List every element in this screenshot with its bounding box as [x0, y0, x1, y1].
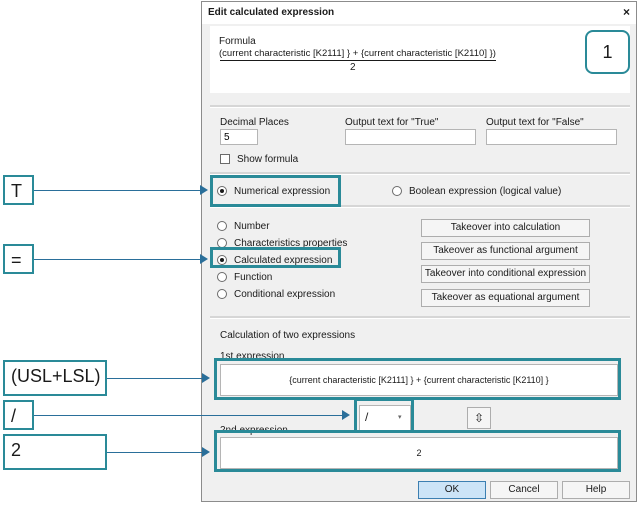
arrow-two-head-icon [202, 447, 210, 457]
formula-fraction-bar [220, 60, 496, 61]
takeover-into-calculation-button[interactable]: Takeover into calculation [421, 219, 590, 237]
callout-two: 2 [3, 434, 107, 470]
separator [210, 316, 630, 319]
show-formula-label: Show formula [237, 154, 299, 165]
callout-slash: / [3, 400, 34, 430]
function-radio[interactable] [217, 272, 227, 282]
takeover-into-conditional-expression-button[interactable]: Takeover into conditional expression [421, 265, 590, 283]
separator [210, 105, 630, 108]
boolean-expression-label: Boolean expression (logical value) [409, 186, 562, 197]
second-expression-highlight [214, 430, 621, 472]
takeover-as-functional-argument-button[interactable]: Takeover as functional argument [421, 242, 590, 260]
number-radio[interactable] [217, 221, 227, 231]
conditional-expression-label: Conditional expression [234, 289, 336, 300]
arrow-slash-head-icon [342, 410, 350, 420]
close-icon[interactable]: × [623, 5, 630, 19]
cancel-button[interactable]: Cancel [490, 481, 558, 499]
takeover-as-equational-argument-button[interactable]: Takeover as equational argument [421, 289, 590, 307]
arrow-equals-head-icon [200, 254, 208, 264]
callout-usl-lsl: (USL+LSL) [3, 360, 107, 396]
arrow-equals-line [34, 259, 202, 260]
false-text-label: Output text for "False" [486, 117, 584, 128]
help-button[interactable]: Help [562, 481, 630, 499]
formula-numerator: (current characteristic [K2111] } + {cur… [219, 48, 496, 59]
formula-denominator: 2 [350, 62, 356, 73]
calculation-heading: Calculation of two expressions [220, 330, 356, 341]
decimal-places-input[interactable] [220, 129, 258, 145]
formula-label: Formula [219, 36, 256, 47]
arrow-two-line [107, 452, 204, 453]
function-label: Function [234, 272, 273, 283]
callout-equals: = [3, 244, 34, 274]
false-text-input[interactable] [486, 129, 617, 145]
arrow-t-head-icon [200, 185, 208, 195]
callout-t: T [3, 175, 34, 205]
swap-expressions-button[interactable]: ⇳ [467, 407, 491, 429]
formula-panel: Formula (current characteristic [K2111] … [210, 26, 630, 93]
operator-highlight [354, 398, 414, 433]
decimal-places-label: Decimal Places [220, 117, 289, 128]
dialog-titlebar: Edit calculated expression × [202, 2, 636, 24]
formula-number-badge: 1 [585, 30, 630, 74]
first-expression-highlight [214, 358, 621, 400]
show-formula-checkbox[interactable] [220, 154, 230, 164]
true-text-input[interactable] [345, 129, 476, 145]
dialog-title: Edit calculated expression [208, 7, 335, 18]
numerical-expression-highlight [210, 175, 341, 207]
arrow-usl-lsl-line [107, 378, 204, 379]
arrow-slash-line [34, 415, 344, 416]
calculated-expression-highlight [210, 247, 341, 268]
arrow-t-line [34, 190, 202, 191]
boolean-expression-radio[interactable] [392, 186, 402, 196]
ok-button[interactable]: OK [418, 481, 486, 499]
true-text-label: Output text for "True" [345, 117, 439, 128]
number-label: Number [234, 221, 270, 232]
conditional-expression-radio[interactable] [217, 289, 227, 299]
arrow-usl-lsl-head-icon [202, 373, 210, 383]
